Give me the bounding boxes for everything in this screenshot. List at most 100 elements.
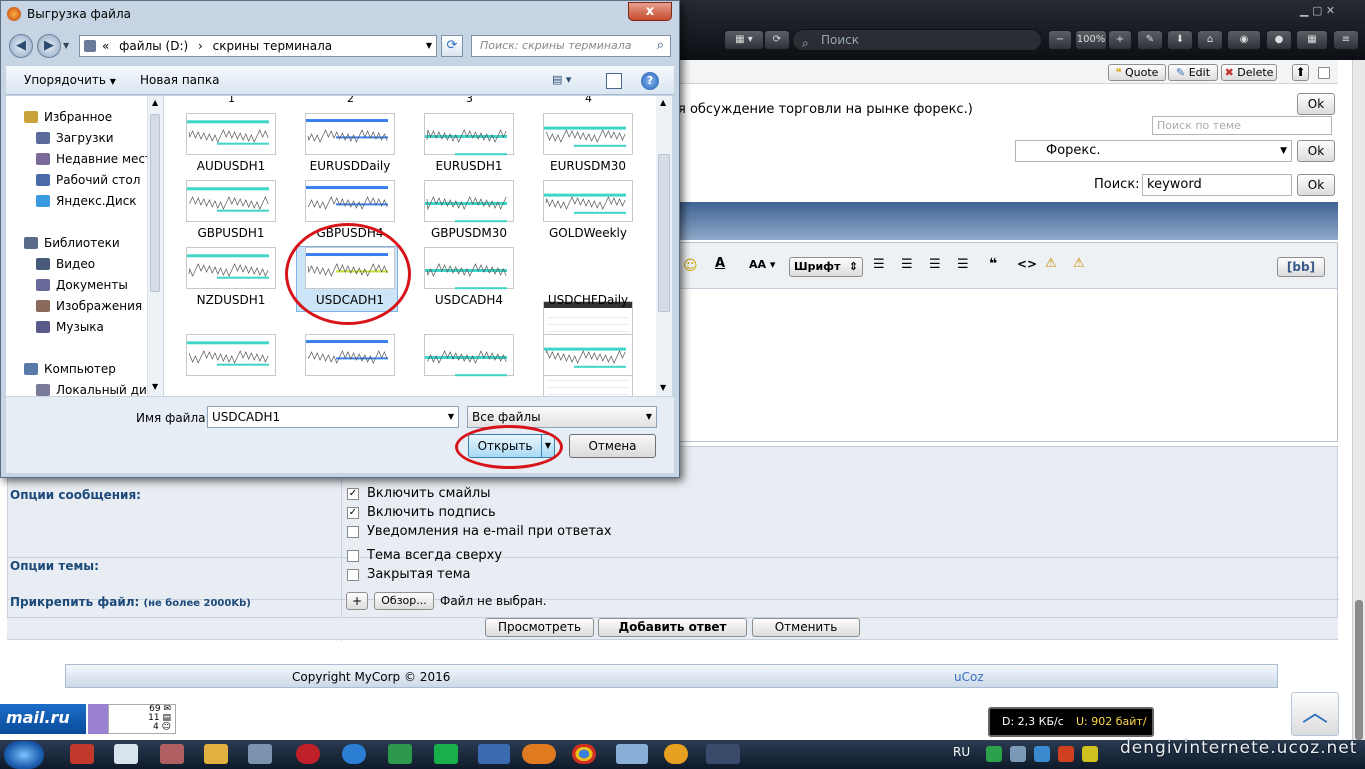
spoiler-tag-icon[interactable]: ⚠ (1073, 256, 1085, 271)
tray-icon[interactable] (1010, 746, 1026, 762)
nav-item[interactable]: Видео (36, 257, 95, 271)
taskbar-app-icon[interactable] (70, 744, 94, 764)
start-button[interactable] (4, 741, 44, 769)
column-header[interactable]: 3 (466, 96, 473, 105)
taskbar-skype-icon[interactable] (478, 744, 510, 764)
back-to-top-button[interactable]: ︿ (1291, 692, 1339, 736)
apps-icon[interactable]: ▦ ▾ (724, 30, 764, 50)
page-scrollbar[interactable] (1352, 60, 1365, 740)
nav-item[interactable]: Яндекс.Диск (36, 194, 137, 208)
google-apps-icon[interactable]: ▦ (1296, 30, 1328, 50)
taskbar-opera-icon[interactable] (296, 744, 320, 764)
view-options-icon[interactable]: ▤ ▾ (552, 73, 582, 89)
folder-search-input[interactable]: Поиск: скрины терминала ⌕ (471, 35, 671, 57)
nav-item[interactable]: Рабочий стол (36, 173, 140, 187)
tray-icon[interactable] (1034, 746, 1050, 762)
align-left-icon[interactable]: ☰ (873, 257, 885, 272)
quote-tag-icon[interactable]: ❝ (989, 256, 997, 272)
warning-tag-icon[interactable]: ⚠ (1045, 256, 1057, 271)
file-list-scrollbar[interactable]: ▲ ▼ (656, 96, 672, 396)
file-item[interactable]: USDCADH4 (416, 247, 516, 309)
smileys-checkbox[interactable]: ✓ (347, 488, 359, 500)
file-item[interactable]: USDCHFDaily (535, 247, 635, 396)
taskbar-notepad-icon[interactable] (114, 744, 138, 764)
add-reply-button[interactable]: Добавить ответ (598, 618, 747, 637)
ok-button-3[interactable]: Ok (1297, 174, 1335, 196)
taskbar-tool-icon[interactable] (248, 744, 272, 764)
filename-input[interactable]: USDCADH1 ▼ (207, 406, 459, 428)
nav-item[interactable]: Документы (36, 278, 128, 292)
menu-icon[interactable]: ≡ (1333, 30, 1359, 50)
zoom-out-button[interactable]: − (1048, 30, 1072, 50)
taskbar-chrome-icon[interactable] (572, 744, 596, 764)
help-icon[interactable]: ? (641, 72, 659, 90)
sticky-checkbox[interactable] (347, 550, 359, 562)
bb-toggle-button[interactable]: [bb] (1277, 257, 1325, 277)
ok-button-1[interactable]: Ok (1297, 93, 1335, 115)
smiley-icon[interactable]: ☺ (683, 258, 698, 274)
delete-button[interactable]: ✖ Delete (1221, 64, 1277, 81)
topic-search-input[interactable]: Поиск по теме (1152, 116, 1332, 135)
organize-button[interactable]: Упорядочить ▼ (24, 73, 116, 87)
extension-icon[interactable]: ◉ (1227, 30, 1261, 50)
file-item[interactable] (297, 334, 397, 396)
nav-item[interactable]: Загрузки (36, 131, 114, 145)
quote-button[interactable]: ❝ Quote (1108, 64, 1166, 81)
column-header[interactable]: 1 (228, 96, 235, 105)
window-controls[interactable]: ▁ ▢ ✕ (1300, 4, 1358, 18)
edit-button[interactable]: ✎ Edit (1168, 64, 1218, 81)
taskbar-firefox-icon[interactable] (522, 744, 556, 764)
download-icon[interactable]: ⬇ (1167, 30, 1193, 50)
address-separator[interactable]: › (198, 39, 203, 53)
text-color-icon[interactable]: A (715, 256, 725, 271)
home-icon[interactable]: ⌂ (1197, 30, 1223, 50)
justify-icon[interactable]: ☰ (957, 257, 969, 272)
align-center-icon[interactable]: ☰ (901, 257, 913, 272)
signature-checkbox[interactable]: ✓ (347, 507, 359, 519)
preview-button[interactable]: Просмотреть (485, 618, 594, 637)
font-size-icon[interactable]: AA ▾ (749, 258, 775, 271)
message-textarea[interactable] (677, 290, 1337, 441)
file-item[interactable]: EURUSDM30 (535, 113, 635, 175)
nav-item[interactable]: Изображения (36, 299, 142, 313)
refresh-button[interactable]: ⟳ (441, 35, 463, 57)
address-folder[interactable]: скрины терминала (213, 39, 332, 53)
forward-button[interactable]: ▶ (37, 34, 61, 58)
nav-item[interactable]: Недавние места (36, 152, 159, 166)
taskbar-k-icon[interactable] (388, 744, 412, 764)
column-header[interactable]: 4 (585, 96, 592, 105)
nav-item[interactable]: Компьютер (24, 362, 116, 376)
mailru-counters[interactable]: 69 ✉ 11 ▤ 4 ☺ (108, 704, 176, 734)
file-item[interactable] (535, 334, 635, 396)
select-post-checkbox[interactable] (1318, 67, 1330, 79)
file-item[interactable]: AUDUSDH1 (178, 113, 278, 175)
code-tag-icon[interactable]: <> (1017, 257, 1037, 271)
mailru-logo[interactable]: mail.ru (0, 704, 86, 734)
keyword-input[interactable]: keyword (1142, 174, 1292, 196)
nav-item[interactable]: Библиотеки (24, 236, 120, 250)
preview-pane-icon[interactable] (606, 73, 622, 89)
cancel-reply-button[interactable]: Отменить (752, 618, 860, 637)
recent-pages-chevron-icon[interactable]: ▼ (63, 41, 69, 50)
file-item[interactable]: GBPUSDH1 (178, 180, 278, 242)
addon-icon[interactable]: ● (1266, 30, 1292, 50)
align-right-icon[interactable]: ☰ (929, 257, 941, 272)
notes-icon[interactable]: ✎ (1137, 30, 1163, 50)
nav-item[interactable]: Избранное (24, 110, 112, 124)
email-notify-checkbox[interactable] (347, 526, 359, 538)
zoom-in-button[interactable]: + (1108, 30, 1132, 50)
file-item[interactable]: EURUSDH1 (416, 113, 516, 175)
cancel-button[interactable]: Отмена (569, 434, 656, 458)
new-folder-button[interactable]: Новая папка (140, 73, 219, 87)
close-button[interactable]: x (628, 2, 672, 21)
history-icon[interactable]: ⟳ (764, 30, 790, 50)
language-indicator[interactable]: RU (953, 745, 970, 759)
browse-button[interactable]: Обзор... (374, 592, 434, 610)
nav-item[interactable]: Локальный диск (36, 383, 161, 397)
tray-icon[interactable] (986, 746, 1002, 762)
scroll-up-icon[interactable]: ▲ (660, 98, 666, 107)
file-item[interactable]: NZDUSDH1 (178, 247, 278, 309)
chevron-down-icon[interactable]: ▼ (426, 36, 432, 56)
file-item[interactable] (416, 334, 516, 396)
closed-checkbox[interactable] (347, 569, 359, 581)
